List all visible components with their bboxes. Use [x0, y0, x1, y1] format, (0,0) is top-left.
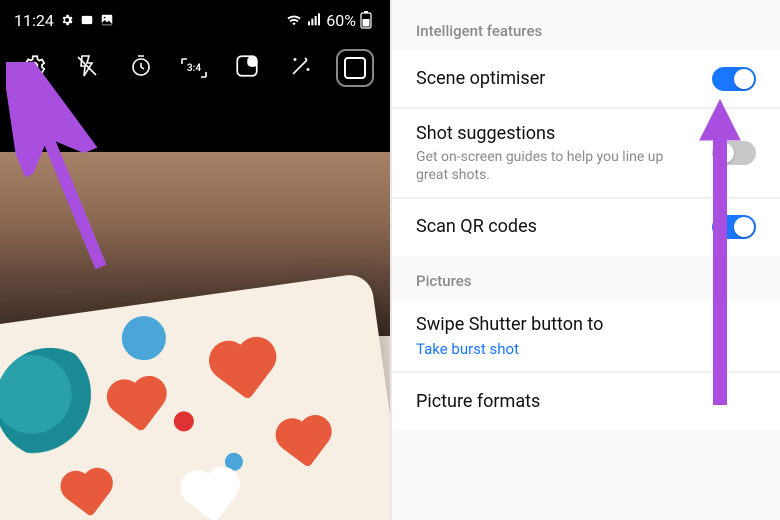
motion-photo-icon	[234, 53, 260, 83]
ratio-label: 3:4	[187, 63, 201, 74]
camera-settings-screen: Intelligent features Scene optimiser Sho…	[390, 0, 780, 520]
status-right: 60%	[286, 11, 372, 30]
annotation-arrow-left	[6, 62, 126, 272]
timer-button[interactable]	[123, 50, 159, 86]
clock: 11:24	[14, 11, 54, 30]
row-title: Scene optimiser	[416, 68, 698, 91]
gallery-thumbnail-button[interactable]	[336, 49, 374, 87]
tutorial-composite: 11:24 60%	[0, 0, 780, 520]
magic-wand-icon	[289, 54, 313, 82]
row-subtitle: Get on-screen guides to help you line up…	[416, 148, 698, 184]
section-header-intelligent: Intelligent features	[392, 0, 780, 50]
annotation-arrow-right	[690, 90, 750, 410]
wifi-icon	[286, 12, 302, 28]
card-icon	[80, 13, 94, 27]
status-left: 11:24	[14, 11, 114, 30]
row-title: Shot suggestions	[416, 123, 698, 146]
battery-text: 60%	[326, 11, 356, 30]
signal-icon	[306, 12, 322, 28]
toggle-scene-optimiser[interactable]	[712, 67, 756, 91]
status-bar: 11:24 60%	[0, 0, 390, 40]
row-title: Scan QR codes	[416, 216, 698, 239]
image-icon	[100, 13, 114, 27]
timer-icon	[129, 54, 153, 82]
camera-app-screenshot: 11:24 60%	[0, 0, 390, 520]
aspect-ratio-button[interactable]: 3:4	[176, 50, 212, 86]
settings-gear-mini-icon	[60, 13, 74, 27]
viewfinder-scene	[0, 272, 390, 520]
motion-photo-button[interactable]	[229, 50, 265, 86]
gallery-thumbnail-icon	[344, 57, 366, 79]
battery-icon	[360, 11, 372, 29]
ratio-icon: 3:4	[179, 56, 209, 80]
filters-button[interactable]	[283, 50, 319, 86]
